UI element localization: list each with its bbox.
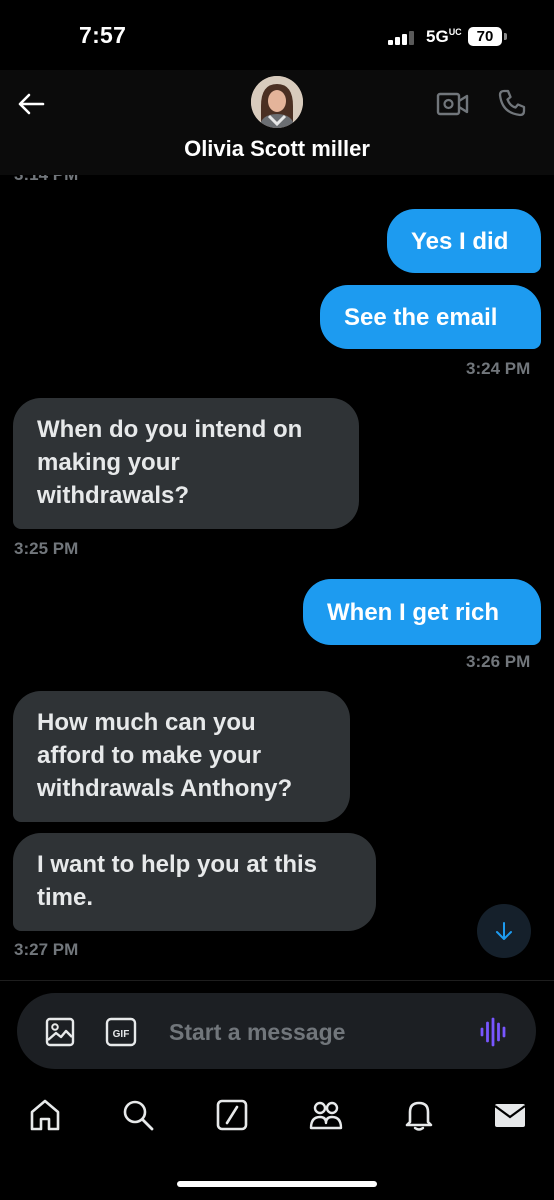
- tab-home[interactable]: [27, 1097, 63, 1133]
- message-list[interactable]: 3:14 PM Yes I did See the email 3:24 PM …: [0, 175, 554, 980]
- add-gif-button[interactable]: GIF: [105, 1017, 137, 1047]
- network-type: 5GUC: [426, 27, 462, 46]
- home-icon: [30, 1099, 60, 1131]
- message-bubble-outgoing[interactable]: When I get rich: [303, 579, 541, 645]
- back-button[interactable]: [15, 88, 47, 120]
- bottom-tab-bar: [0, 1082, 554, 1152]
- message-bubble-outgoing[interactable]: See the email: [320, 285, 541, 349]
- tab-messages[interactable]: [492, 1097, 528, 1133]
- conversation-header: Olivia Scott miller: [0, 70, 554, 175]
- message-composer: GIF: [17, 993, 536, 1069]
- status-bar: 7:57 5GUC 70: [0, 0, 554, 70]
- tab-search[interactable]: [120, 1097, 156, 1133]
- status-time: 7:57: [79, 22, 127, 48]
- add-image-button[interactable]: [44, 1016, 76, 1048]
- communities-icon: [309, 1101, 343, 1130]
- arrow-left-icon: [18, 93, 45, 115]
- message-timestamp: 3:14 PM: [14, 175, 78, 185]
- grok-icon: [216, 1099, 248, 1131]
- tab-grok[interactable]: [214, 1097, 250, 1133]
- arrow-down-icon: [496, 922, 512, 940]
- signal-strength-icon: [388, 31, 418, 45]
- search-icon: [123, 1100, 154, 1131]
- tab-communities[interactable]: [308, 1097, 344, 1133]
- message-timestamp: 3:24 PM: [466, 359, 531, 378]
- video-call-button[interactable]: [436, 90, 470, 118]
- video-camera-icon: [436, 92, 469, 116]
- voice-call-button[interactable]: [496, 87, 528, 119]
- message-bubble-outgoing[interactable]: Yes I did: [387, 209, 541, 273]
- message-timestamp: 3:26 PM: [466, 652, 531, 671]
- message-bubble-incoming[interactable]: I want to help you at this time.: [13, 833, 376, 931]
- envelope-icon: [494, 1104, 526, 1127]
- phone-icon: [498, 89, 526, 117]
- divider: [0, 980, 554, 981]
- message-bubble-incoming[interactable]: How much can you afford to make your wit…: [13, 691, 350, 822]
- avatar[interactable]: [251, 76, 303, 128]
- message-input[interactable]: [169, 1015, 449, 1049]
- message-bubble-incoming[interactable]: When do you intend on making your withdr…: [13, 398, 359, 529]
- voice-waveform-icon: [480, 1017, 506, 1047]
- gif-label: GIF: [113, 1029, 130, 1040]
- contact-name[interactable]: Olivia Scott miller: [0, 136, 554, 162]
- bell-icon: [405, 1101, 433, 1131]
- home-indicator: [177, 1181, 377, 1187]
- image-icon: [45, 1017, 75, 1047]
- gif-icon: GIF: [105, 1017, 137, 1047]
- message-timestamp: 3:27 PM: [14, 940, 79, 959]
- message-timestamp: 3:25 PM: [14, 539, 79, 558]
- battery-icon: 70: [468, 27, 502, 46]
- tab-notifications[interactable]: [401, 1097, 437, 1133]
- voice-message-button[interactable]: [479, 1016, 509, 1048]
- scroll-to-bottom-button[interactable]: [477, 904, 531, 958]
- battery-tip: [504, 33, 507, 40]
